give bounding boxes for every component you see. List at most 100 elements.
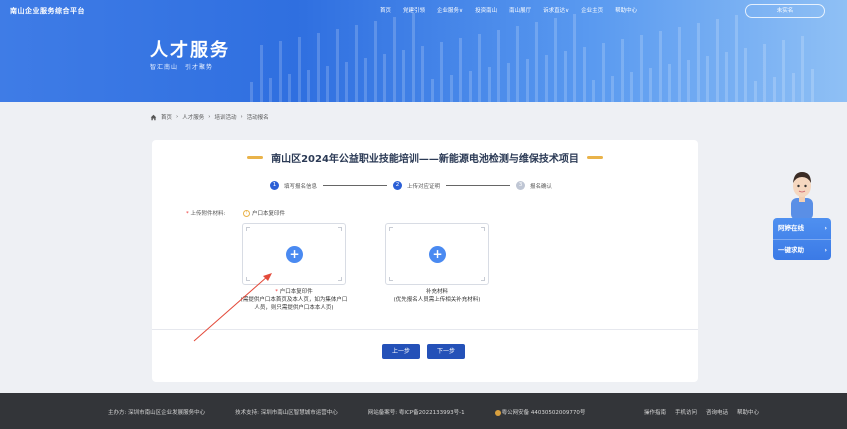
upload-supplement-box[interactable]: + — [385, 223, 489, 285]
top-nav: 首页 党建引领 企业服务∨ 投资南山 南山展厅 诉求直达∨ 企业主页 帮助中心 — [380, 6, 637, 14]
chevron-right-icon: › — [824, 224, 827, 232]
banner-bar — [269, 78, 272, 102]
step-connector — [323, 185, 388, 186]
banner-bar — [563, 51, 567, 102]
next-step-button[interactable]: 下一步 — [427, 344, 465, 359]
banner-bar — [506, 63, 510, 102]
banner-bar — [639, 35, 643, 102]
quick-help-button[interactable]: 一键求助 › — [773, 239, 831, 260]
nav-item-home[interactable]: 首页 — [380, 6, 391, 14]
footer-icp[interactable]: 网站备案号: 粤ICP备2022133993号-1 — [368, 408, 465, 416]
banner-bar — [259, 45, 263, 102]
footer-link-phone[interactable]: 咨询电话 — [706, 408, 728, 416]
banner-bar — [668, 64, 671, 102]
breadcrumb-separator: › — [176, 114, 179, 120]
banner-bar — [620, 39, 624, 102]
corner-mark — [338, 227, 342, 231]
banner-bar — [411, 13, 415, 102]
nav-item-company-home[interactable]: 企业主页 — [581, 6, 603, 14]
upload-hint: ! 户口本复印件 — [243, 209, 285, 217]
banner-decoration — [0, 0, 847, 102]
form-title-row: 南山区2024年公益职业技能培训——新能源电池检测与维保技术项目 — [152, 150, 698, 165]
banner-bar — [601, 43, 605, 102]
nav-item-appeals[interactable]: 诉求直达∨ — [543, 6, 569, 14]
banner-bar — [278, 41, 282, 102]
banner-bar — [459, 38, 462, 102]
plus-icon[interactable]: + — [286, 246, 303, 263]
footer-links: 操作指南 手机访问 咨询电话 帮助中心 — [644, 408, 759, 416]
plus-icon[interactable]: + — [429, 246, 446, 263]
banner-bar — [649, 68, 652, 102]
footer-tech: 技术支持: 深圳市南山区智慧城市运营中心 — [235, 410, 338, 416]
info-icon: ! — [243, 209, 250, 217]
banner-bar — [725, 52, 728, 102]
breadcrumb-separator: › — [208, 114, 211, 120]
required-mark: * — [186, 211, 189, 217]
breadcrumb-current: 活动报名 — [246, 115, 269, 121]
banner-bar — [307, 70, 310, 102]
corner-mark — [246, 227, 250, 231]
step-1-number: 1 — [270, 181, 279, 190]
banner-bar — [573, 14, 576, 102]
nav-item-party[interactable]: 党建引领 — [403, 6, 425, 14]
step-3: 3 报名确认 — [516, 181, 552, 190]
banner-bar — [791, 73, 795, 102]
title-decoration-left — [246, 156, 263, 159]
step-1: 1 填写报名信息 — [270, 181, 317, 190]
banner-bar — [554, 18, 557, 102]
breadcrumb-home[interactable]: 首页 — [161, 113, 172, 121]
banner-bar — [468, 71, 472, 102]
page-subtitle: 智汇南山 引才聚势 — [150, 64, 214, 71]
title-decoration-right — [587, 156, 604, 159]
banner-bar — [706, 56, 709, 102]
site-logo[interactable]: 南山企业服务综合平台 — [10, 6, 85, 16]
annotation-arrow-icon — [193, 273, 272, 342]
nav-item-help[interactable]: 帮助中心 — [615, 6, 637, 14]
banner-bar — [383, 54, 386, 102]
banner-bar — [734, 15, 738, 102]
footer-link-guide[interactable]: 操作指南 — [644, 408, 666, 416]
step-1-label: 填写报名信息 — [284, 183, 318, 190]
banner-bar — [487, 67, 491, 102]
banner-bar — [782, 40, 785, 102]
footer-police-text: 粤公网安备 44030502009770号 — [501, 410, 586, 416]
banner-bar — [696, 23, 700, 102]
corner-mark — [481, 227, 485, 231]
banner-bar — [516, 26, 519, 102]
banner-bar — [544, 55, 548, 102]
online-service-button[interactable]: 阿婷在线 › — [773, 218, 831, 239]
step-3-label: 报名确认 — [530, 183, 553, 190]
nav-item-enterprise-services[interactable]: 企业服务∨ — [437, 6, 463, 14]
step-2: 2 上传对应证明 — [393, 181, 440, 190]
nav-item-exhibition[interactable]: 南山展厅 — [509, 6, 531, 14]
step-2-number: 2 — [393, 181, 403, 190]
banner-bar — [402, 50, 405, 102]
banner-bar — [316, 33, 320, 102]
banner-bar — [592, 80, 595, 102]
banner-bar — [677, 27, 681, 102]
breadcrumb-training[interactable]: 培训活动 — [214, 113, 236, 121]
banner-bar — [288, 74, 291, 102]
breadcrumb-talent[interactable]: 人才服务 — [182, 113, 204, 121]
banner-bar — [392, 17, 396, 102]
upload-hint-text: 户口本复印件 — [252, 211, 286, 217]
footer-link-help[interactable]: 帮助中心 — [737, 408, 759, 416]
footer-link-mobile[interactable]: 手机访问 — [675, 408, 697, 416]
prev-step-button[interactable]: 上一步 — [382, 344, 420, 359]
upload-supplement-caption: 补充材料 (优先报名人员需上传相关补充材料) — [374, 288, 500, 304]
corner-mark — [481, 277, 485, 281]
login-button[interactable]: 未实名 — [745, 4, 825, 18]
banner-bar — [810, 69, 814, 102]
upload-field-label: * 上传附件材料: — [186, 209, 225, 217]
assistant-avatar[interactable] — [787, 168, 817, 220]
footer-info: 主办方: 深圳市南山区企业发展服务中心 技术支持: 深圳市南山区智慧城市运营中心… — [108, 408, 585, 416]
banner-bar — [449, 75, 453, 102]
footer-police[interactable]: 粤公网安备 44030502009770号 — [494, 408, 586, 416]
banner-bar — [763, 44, 766, 102]
banner-bar — [658, 31, 662, 102]
banner-bar — [801, 36, 804, 102]
banner-bar — [772, 77, 776, 102]
nav-item-invest[interactable]: 投资南山 — [475, 6, 497, 14]
banner-bar — [421, 46, 424, 102]
assistant-panel: 阿婷在线 › 一键求助 › — [773, 218, 831, 260]
